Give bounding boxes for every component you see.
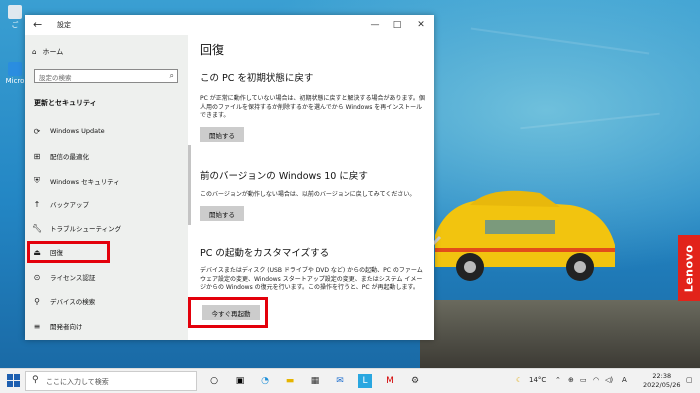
task-view-icon[interactable]: ▣ — [233, 374, 247, 388]
content-pane: 回復 この PC を初期状態に戻す PC が正常に動作していない場合は、初期状態… — [188, 35, 434, 340]
shield-icon: ⛨ — [34, 176, 40, 185]
volume-icon[interactable]: ◁) — [605, 376, 613, 384]
weather-temp[interactable]: 14°C — [529, 376, 546, 384]
sidebar-home-label: ホーム — [42, 48, 64, 56]
sidebar-item-label: デバイスの検索 — [50, 298, 96, 306]
sidebar-item-label: Windows セキュリティ — [50, 178, 120, 186]
sidebar-item-windows-update[interactable]: ⟳ Windows Update — [32, 123, 182, 139]
search-input[interactable]: 設定の検索 ⌕ — [34, 69, 178, 83]
sidebar-item-label: トラブルシューティング — [50, 225, 122, 233]
section-rollback-heading: 前のバージョンの Windows 10 に戻す — [200, 171, 368, 182]
maximize-button[interactable]: □ — [386, 17, 408, 33]
sidebar-item-developer[interactable]: ≡ 開発者向け — [32, 318, 182, 334]
yellow-car-image — [430, 190, 615, 281]
sidebar-item-label: ライセンス認証 — [50, 274, 96, 282]
section-reset-heading: この PC を初期状態に戻す — [200, 73, 314, 84]
weather-icon[interactable]: ☾ — [516, 376, 522, 384]
sidebar-item-delivery[interactable]: ⊞ 配信の最適化 — [32, 148, 182, 164]
search-icon: ⌕ — [169, 71, 174, 80]
mail-icon[interactable]: ✉ — [333, 374, 347, 388]
section-reset-text: PC が正常に動作していない場合は、初期状態に戻すと解決する場合があります。個人… — [200, 95, 425, 119]
store-icon[interactable]: ▦ — [308, 374, 322, 388]
settings-window: ← 設定 — □ ✕ ⌂ ホーム 設定の検索 ⌕ 更新とセキュリティ ⟳ Win… — [25, 15, 434, 340]
sync-icon: ⟳ — [33, 126, 41, 136]
settings-gear-icon[interactable]: ⚙ — [408, 374, 422, 388]
app-l-icon[interactable]: L — [358, 374, 372, 388]
section-heading: 更新とセキュリティ — [34, 99, 97, 107]
clock[interactable]: 22:38 2022/05/26 — [643, 372, 680, 390]
minimize-button[interactable]: — — [364, 17, 386, 33]
wrench-icon: 🔧︎ — [32, 223, 43, 233]
edge-icon[interactable]: ◔ — [258, 374, 272, 388]
developer-icon: ≡ — [33, 321, 41, 331]
ground — [420, 300, 700, 368]
desktop-icon-edge[interactable]: Micro — [4, 62, 26, 85]
page-title: 回復 — [200, 43, 225, 57]
person-pin-icon: ⚲ — [34, 296, 40, 306]
close-button[interactable]: ✕ — [410, 17, 432, 33]
sidebar-item-troubleshoot[interactable]: 🔧︎ トラブルシューティング — [32, 220, 182, 236]
wall-texture — [520, 112, 660, 130]
taskbar-search-input[interactable]: ⚲ ここに入力して検索 — [25, 371, 197, 391]
section-rollback-text: このバージョンが動作しない場合は、以前のバージョンに戻してみてください。 — [200, 191, 416, 198]
taskbar: ⚲ ここに入力して検索 ○ ▣ ◔ ▬ ▦ ✉ L M ⚙ ☾ 14°C ⌃ ⊕… — [0, 368, 700, 393]
clock-date: 2022/05/26 — [643, 381, 681, 389]
sidebar: ⌂ ホーム 設定の検索 ⌕ 更新とセキュリティ ⟳ Windows Update… — [25, 35, 188, 340]
sidebar-item-backup[interactable]: ↑ バックアップ — [32, 196, 182, 212]
taskbar-search-placeholder: ここに入力して検索 — [46, 378, 109, 386]
search-placeholder: 設定の検索 — [39, 74, 72, 82]
sidebar-item-label: 配信の最適化 — [50, 153, 89, 161]
wall-texture — [470, 27, 650, 55]
sidebar-item-label: Windows Update — [50, 127, 105, 135]
section-startup-text: デバイスまたはディスク (USB ドライブや DVD など) からの起動、PC … — [200, 267, 423, 291]
app-icon — [8, 62, 22, 76]
desktop-icon-label: ご — [11, 21, 19, 29]
sidebar-item-label: 開発者向け — [50, 323, 83, 331]
ime-indicator[interactable]: A — [622, 376, 627, 384]
scrollbar[interactable] — [188, 145, 191, 225]
wifi-icon[interactable]: ◠ — [593, 376, 599, 384]
backup-icon: ↑ — [33, 199, 41, 209]
highlight-box — [27, 241, 110, 263]
cortana-icon[interactable]: ○ — [207, 374, 221, 388]
home-icon: ⌂ — [32, 48, 37, 56]
sidebar-item-find-device[interactable]: ⚲ デバイスの検索 — [32, 293, 182, 309]
search-icon: ⚲ — [32, 375, 39, 385]
file-explorer-icon[interactable]: ▬ — [283, 374, 297, 388]
lenovo-logo: Lenovo — [678, 235, 700, 301]
tray-icons[interactable]: ⌃ — [555, 376, 561, 384]
mcafee-icon[interactable]: M — [383, 374, 397, 388]
rollback-start-button[interactable]: 開始する — [200, 206, 244, 221]
battery-icon[interactable]: ▭ — [580, 376, 587, 384]
desktop-icon-label: Micro — [5, 77, 25, 85]
sidebar-item-security[interactable]: ⛨ Windows セキュリティ — [32, 173, 182, 189]
clock-time: 22:38 — [652, 372, 672, 380]
notification-icon[interactable]: ▢ — [686, 376, 693, 384]
reset-start-button[interactable]: 開始する — [200, 127, 244, 142]
recycle-bin-icon — [8, 5, 22, 19]
window-title: 設定 — [57, 21, 71, 29]
sidebar-item-label: バックアップ — [50, 201, 89, 209]
back-arrow-icon[interactable]: ← — [33, 18, 42, 31]
section-startup-heading: PC の起動をカスタマイズする — [200, 248, 330, 259]
network-icon[interactable]: ⊕ — [568, 376, 574, 384]
desktop-icon-recycle[interactable]: ご — [4, 5, 26, 30]
windows-start-button[interactable] — [7, 374, 20, 387]
title-bar: ← 設定 — □ ✕ — [25, 15, 434, 35]
highlight-box — [188, 297, 268, 328]
check-circle-icon: ⊙ — [33, 272, 41, 282]
delivery-icon: ⊞ — [33, 151, 41, 161]
sidebar-item-activation[interactable]: ⊙ ライセンス認証 — [32, 269, 182, 285]
sidebar-home[interactable]: ⌂ ホーム — [32, 47, 63, 57]
